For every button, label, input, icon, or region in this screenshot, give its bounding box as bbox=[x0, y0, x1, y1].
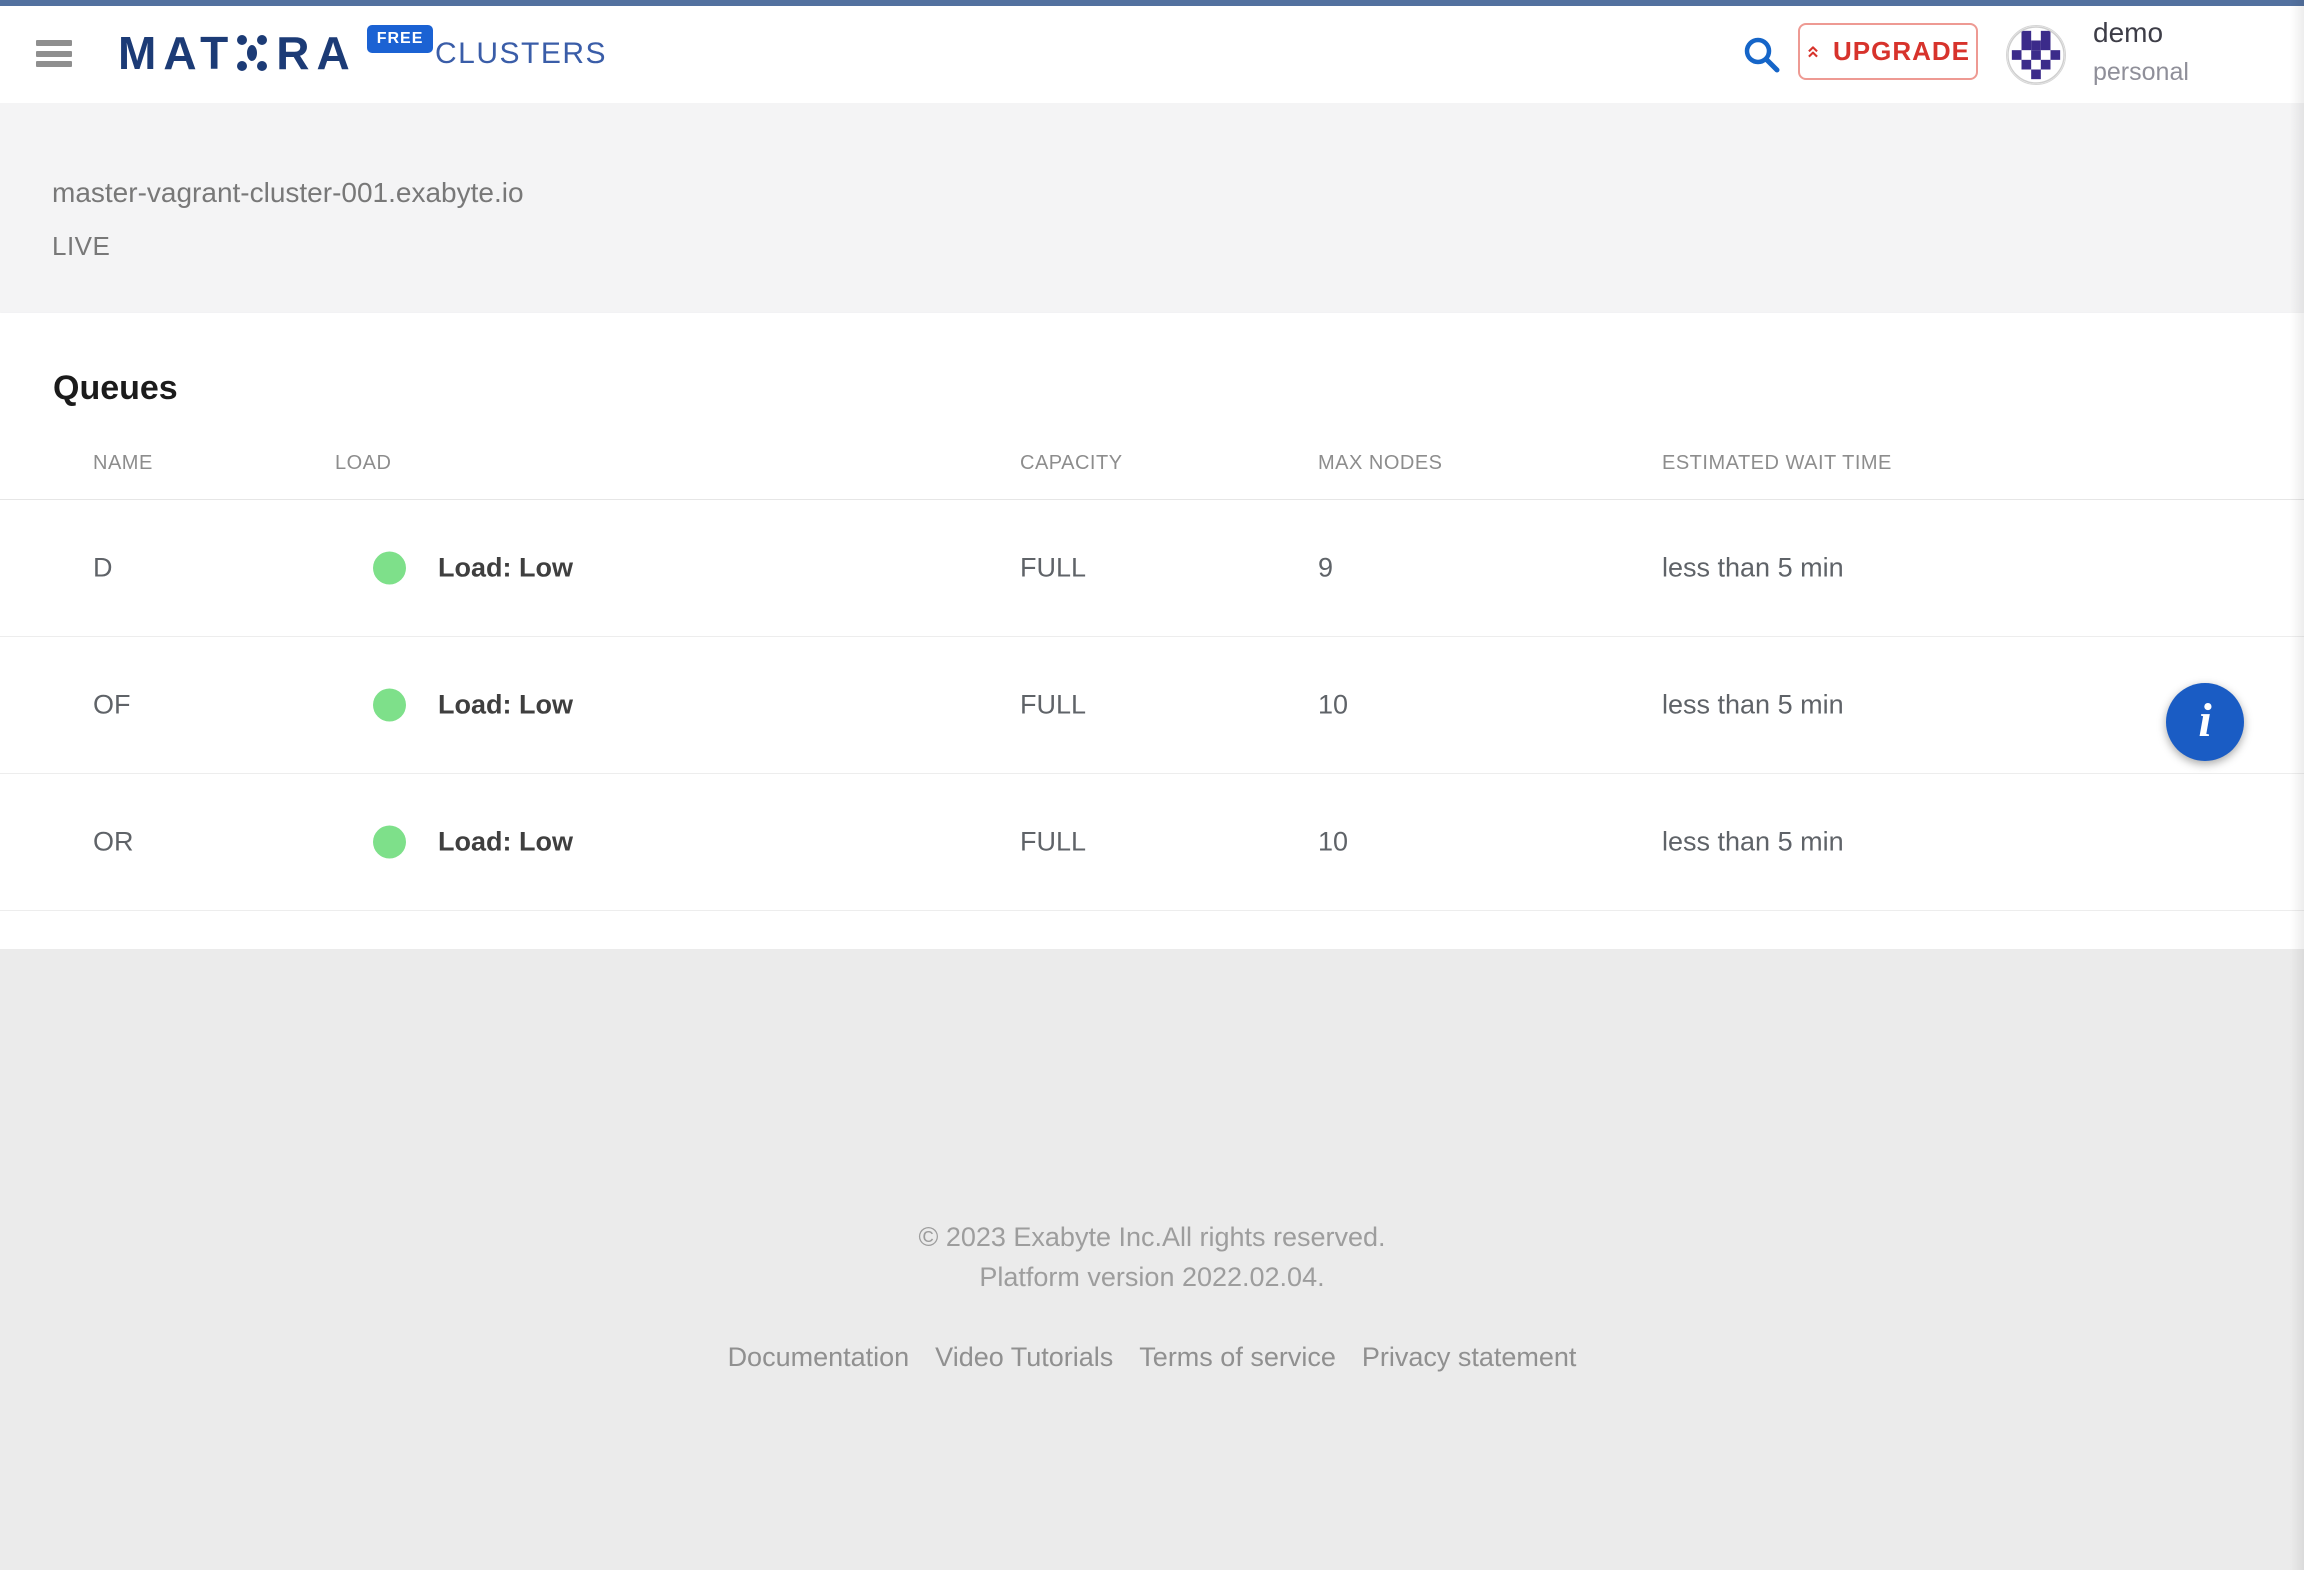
double-chevron-up-icon bbox=[1806, 38, 1820, 66]
queue-wait-time: less than 5 min bbox=[1662, 552, 1844, 583]
cluster-name: master-vagrant-cluster-001.exabyte.io bbox=[52, 177, 524, 209]
hamburger-menu-icon[interactable] bbox=[36, 40, 72, 67]
user-name: demo bbox=[2093, 16, 2189, 50]
footer-link-terms[interactable]: Terms of service bbox=[1139, 1342, 1336, 1373]
column-header-name: NAME bbox=[93, 452, 153, 475]
free-plan-badge: FREE bbox=[367, 25, 434, 53]
footer-link-documentation[interactable]: Documentation bbox=[728, 1342, 910, 1373]
queue-name: OF bbox=[93, 689, 131, 720]
hamburger-bar bbox=[36, 40, 72, 46]
footer-links: Documentation Video Tutorials Terms of s… bbox=[0, 1342, 2304, 1373]
queue-capacity: FULL bbox=[1020, 689, 1086, 720]
table-row: OF Load: Low FULL 10 less than 5 min bbox=[0, 636, 2304, 774]
logo-text-post: RA bbox=[276, 26, 356, 80]
avatar[interactable] bbox=[2006, 25, 2066, 85]
page-title: CLUSTERS bbox=[435, 37, 607, 71]
table-row: D Load: Low FULL 9 less than 5 min bbox=[0, 499, 2304, 637]
queue-capacity: FULL bbox=[1020, 552, 1086, 583]
queues-table-header: NAME LOAD CAPACITY MAX NODES ESTIMATED W… bbox=[0, 430, 2304, 500]
upgrade-label: UPGRADE bbox=[1833, 36, 1970, 67]
table-row: OR Load: Low FULL 10 less than 5 min bbox=[0, 773, 2304, 911]
queue-name: OR bbox=[93, 826, 134, 857]
footer-version: Platform version 2022.02.04. bbox=[0, 1262, 2304, 1293]
mat3ra-logo[interactable]: MAT RA FREE bbox=[118, 26, 433, 80]
column-header-load: LOAD bbox=[335, 452, 391, 475]
load-status-dot bbox=[373, 688, 406, 721]
info-button[interactable]: i bbox=[2166, 683, 2244, 761]
queue-wait-time: less than 5 min bbox=[1662, 826, 1844, 857]
info-icon: i bbox=[2198, 694, 2211, 747]
identicon-avatar bbox=[2007, 26, 2065, 84]
queue-load: Load: Low bbox=[438, 552, 573, 583]
queues-title: Queues bbox=[53, 369, 178, 408]
column-header-max-nodes: MAX NODES bbox=[1318, 452, 1443, 475]
cluster-status: LIVE bbox=[52, 231, 110, 262]
queue-capacity: FULL bbox=[1020, 826, 1086, 857]
queue-wait-time: less than 5 min bbox=[1662, 689, 1844, 720]
queue-load: Load: Low bbox=[438, 826, 573, 857]
search-icon[interactable] bbox=[1738, 31, 1786, 79]
column-header-wait-time: ESTIMATED WAIT TIME bbox=[1662, 452, 1892, 475]
upgrade-button[interactable]: UPGRADE bbox=[1798, 23, 1978, 80]
queue-max-nodes: 9 bbox=[1318, 552, 1333, 583]
footer-copyright: © 2023 Exabyte Inc.All rights reserved. bbox=[0, 1222, 2304, 1253]
load-status-dot bbox=[373, 551, 406, 584]
logo-text-pre: MAT bbox=[118, 26, 235, 80]
queue-name: D bbox=[93, 552, 113, 583]
hamburger-bar bbox=[36, 61, 72, 67]
footer bbox=[0, 949, 2304, 1570]
load-status-dot bbox=[373, 825, 406, 858]
queue-max-nodes: 10 bbox=[1318, 689, 1348, 720]
user-workspace: personal bbox=[2093, 57, 2189, 87]
column-header-capacity: CAPACITY bbox=[1020, 452, 1123, 475]
hamburger-bar bbox=[36, 51, 72, 57]
user-menu[interactable]: demo personal bbox=[2093, 16, 2189, 87]
dot-asterisk-icon bbox=[237, 33, 267, 73]
queue-max-nodes: 10 bbox=[1318, 826, 1348, 857]
queue-load: Load: Low bbox=[438, 689, 573, 720]
footer-link-video-tutorials[interactable]: Video Tutorials bbox=[935, 1342, 1113, 1373]
footer-link-privacy[interactable]: Privacy statement bbox=[1362, 1342, 1577, 1373]
